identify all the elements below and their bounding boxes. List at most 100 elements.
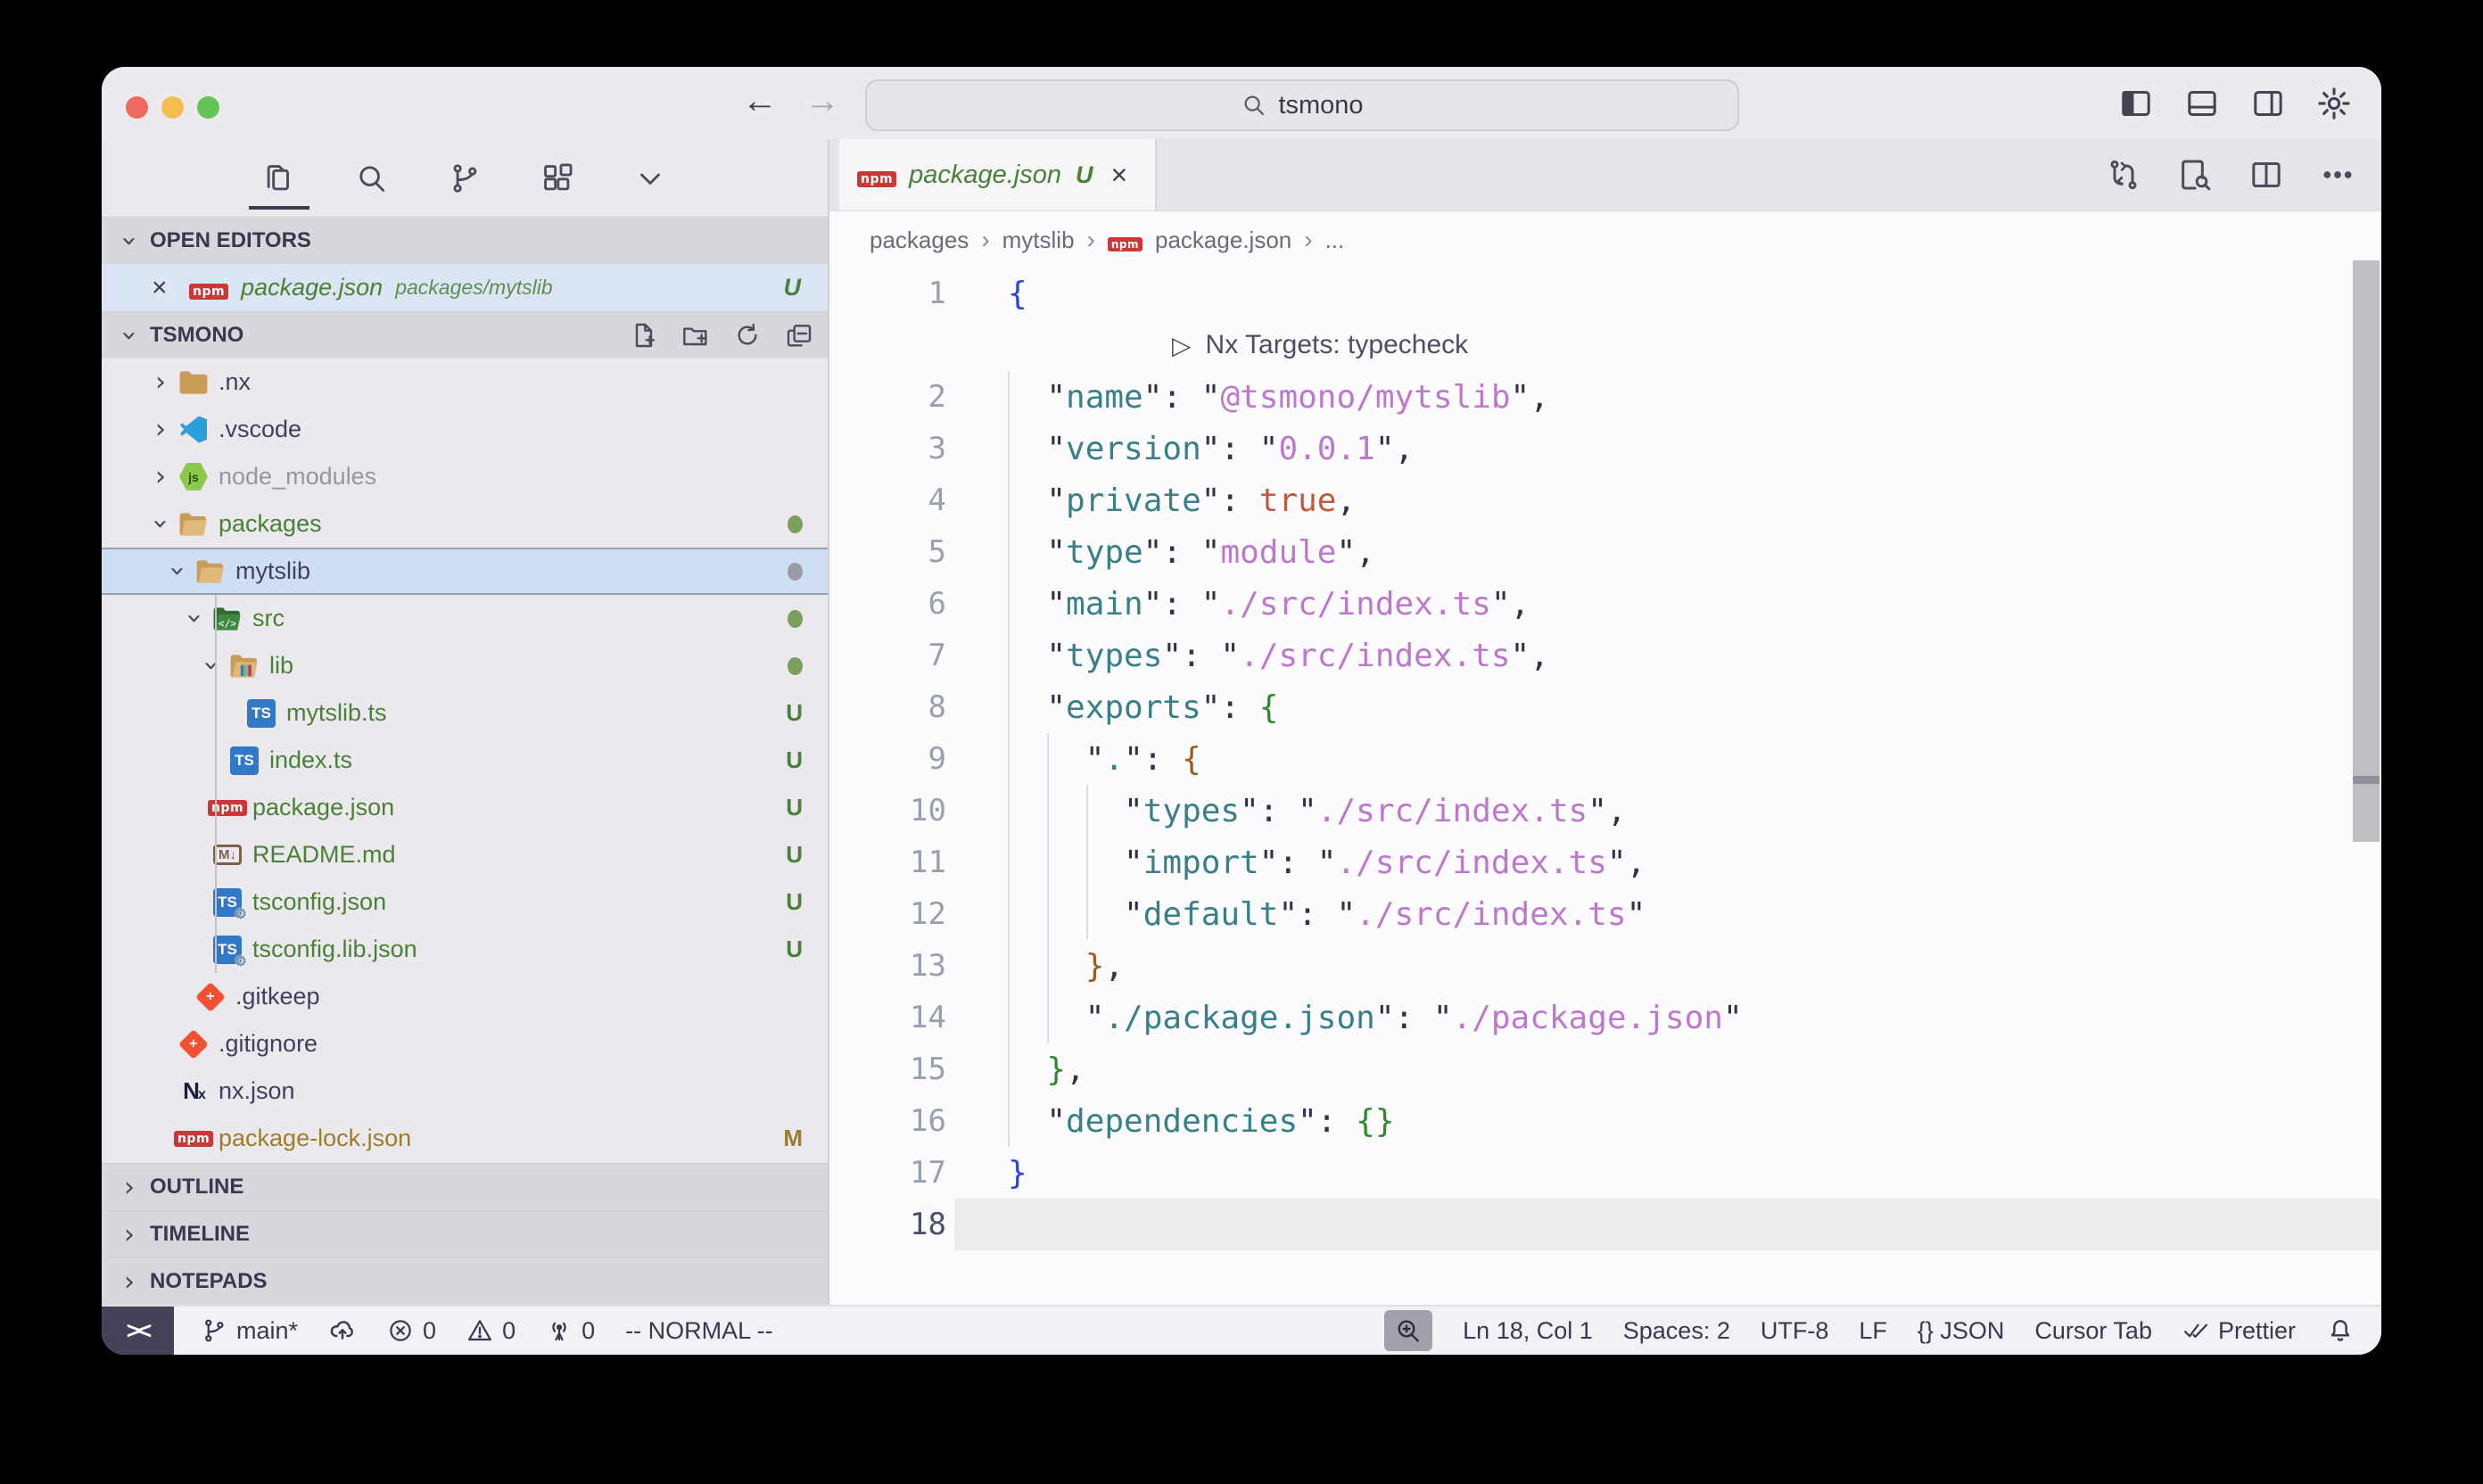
tree-item-tsconfig-json[interactable]: TStsconfig.jsonU (102, 878, 828, 926)
tree-item-tsconfig-lib-json[interactable]: TStsconfig.lib.jsonU (102, 926, 828, 973)
status-spaces-2[interactable]: Spaces: 2 (1623, 1317, 1730, 1345)
toggle-primary-sidebar-icon[interactable] (2116, 83, 2157, 124)
line-number: 5 (829, 534, 946, 570)
explorer-section-header[interactable]: › TSMONO (102, 311, 828, 359)
line-number: 1 (829, 276, 946, 311)
activity-more-views-icon[interactable] (623, 147, 677, 210)
chevron-down-icon[interactable]: › (179, 606, 210, 632)
remote-indicator[interactable]: >< (102, 1307, 174, 1355)
activity-explorer-icon[interactable] (252, 147, 306, 210)
codelens-nx-targets[interactable]: ▷Nx Targets: typecheck (1172, 330, 1468, 360)
code-line-11: "import": "./src/index.ts", (946, 845, 1646, 881)
refresh-icon[interactable] (731, 319, 763, 351)
breadcrumb-item-mytslib[interactable]: mytslib (1002, 227, 1075, 254)
activity-source-control-icon[interactable] (438, 147, 491, 210)
tree-item-readme-md[interactable]: M↓README.mdU (102, 831, 828, 878)
ts-icon: TS (228, 745, 260, 777)
code-editor[interactable]: 1{▷Nx Targets: typecheck2 "name": "@tsmo… (829, 268, 2381, 1305)
breadcrumb-item-package-json[interactable]: package.json (1155, 227, 1291, 254)
new-folder-icon[interactable] (680, 319, 712, 351)
toggle-secondary-sidebar-icon[interactable] (2248, 83, 2289, 124)
status-0[interactable]: 0 (387, 1317, 436, 1345)
activity-extensions-icon[interactable] (531, 147, 584, 210)
tree-item--gitkeep[interactable]: +.gitkeep (102, 973, 828, 1020)
line-number: 10 (829, 793, 946, 829)
settings-gear-icon[interactable] (2314, 83, 2355, 124)
status-json[interactable]: {} JSON (1918, 1317, 2005, 1345)
tab-package-json[interactable]: npm package.json U × (839, 139, 1157, 210)
status-cursor-tab[interactable]: Cursor Tab (2034, 1317, 2152, 1345)
tree-item-lib[interactable]: ›lib (102, 642, 828, 689)
code-line-3: "version": "0.0.1", (946, 431, 1414, 467)
section-header-timeline[interactable]: ›TIMELINE (102, 1210, 828, 1257)
svg-text:</>: </> (219, 618, 236, 630)
tree-item--nx[interactable]: ›.nx (102, 359, 828, 406)
section-header-notepads[interactable]: ›NOTEPADS (102, 1257, 828, 1305)
navigate-forward-icon[interactable]: → (804, 81, 840, 121)
activity-search-icon[interactable] (345, 147, 399, 210)
chevron-right-icon[interactable]: › (147, 367, 174, 398)
chevron-down-icon[interactable]: › (145, 511, 177, 538)
split-editor-icon[interactable] (2246, 154, 2287, 195)
line-number: 6 (829, 586, 946, 622)
open-editors-header[interactable]: › OPEN EDITORS (102, 217, 828, 264)
open-editor-item[interactable]: × npm package.json packages/mytslib U (102, 264, 828, 311)
tree-item-node-modules[interactable]: ›jsnode_modules (102, 453, 828, 500)
chevron-right-icon: › (118, 1172, 141, 1203)
new-file-icon[interactable] (628, 319, 660, 351)
tree-item-mytslib[interactable]: ›mytslib (102, 548, 828, 595)
traffic-light-minimize[interactable] (161, 96, 184, 119)
tree-item-package-json[interactable]: npmpackage.jsonU (102, 784, 828, 831)
code-line-17: } (946, 1155, 1027, 1191)
status-lf[interactable]: LF (1859, 1317, 1887, 1345)
git-status-badge: U (786, 699, 803, 727)
editor-scrollbar[interactable] (2353, 260, 2380, 849)
chevron-down-icon[interactable]: › (196, 653, 227, 680)
traffic-light-close[interactable] (126, 96, 148, 119)
status-normal[interactable]: -- NORMAL -- (625, 1317, 772, 1345)
status-prettier[interactable]: Prettier (2182, 1317, 2296, 1345)
close-icon[interactable]: × (152, 273, 177, 303)
git-icon: + (177, 1028, 210, 1060)
section-header-outline[interactable]: ›OUTLINE (102, 1163, 828, 1210)
tree-item-mytslib-ts[interactable]: TSmytslib.tsU (102, 689, 828, 737)
collapse-all-icon[interactable] (783, 319, 815, 351)
scrollbar-slider[interactable] (2353, 260, 2380, 842)
status-zoom[interactable] (1384, 1310, 1432, 1351)
status-utf-8[interactable]: UTF-8 (1761, 1317, 1829, 1345)
tree-item--gitignore[interactable]: +.gitignore (102, 1020, 828, 1068)
breadcrumb-item--[interactable]: ... (1325, 227, 1345, 254)
open-preview-icon[interactable] (2174, 154, 2215, 195)
tab-close-icon[interactable]: × (1110, 159, 1127, 192)
status-0[interactable]: 0 (466, 1317, 516, 1345)
tree-item-nx-json[interactable]: Nxnx.json (102, 1068, 828, 1115)
open-editors-title: OPEN EDITORS (150, 228, 311, 253)
npm-icon: npm (177, 1123, 210, 1155)
traffic-light-maximize[interactable] (197, 96, 219, 119)
status-ln-18-col-1[interactable]: Ln 18, Col 1 (1463, 1317, 1593, 1345)
status-bell[interactable] (2326, 1316, 2355, 1345)
tree-item-src[interactable]: ›</>src (102, 595, 828, 642)
tree-item-index-ts[interactable]: TSindex.tsU (102, 737, 828, 784)
status-main[interactable]: main* (201, 1317, 298, 1345)
command-center-search[interactable]: tsmono (865, 79, 1739, 131)
status-0[interactable]: 0 (546, 1317, 595, 1345)
tree-item-packages[interactable]: ›packages (102, 500, 828, 548)
breadcrumb-item-packages[interactable]: packages (870, 227, 969, 254)
toggle-panel-icon[interactable] (2182, 83, 2223, 124)
tree-item--vscode[interactable]: ›.vscode (102, 406, 828, 453)
navigate-back-icon[interactable]: ← (742, 81, 778, 121)
status-cloud[interactable] (328, 1316, 357, 1345)
code-line-9: ".": { (946, 741, 1201, 778)
more-actions-icon[interactable] (2317, 154, 2358, 195)
run-icon[interactable]: ▷ (1172, 331, 1192, 360)
chevron-down-icon: › (114, 229, 145, 252)
git-status-badge: U (786, 936, 803, 963)
open-changes-icon[interactable] (2103, 154, 2144, 195)
chevron-down-icon[interactable]: › (162, 558, 194, 585)
chevron-right-icon[interactable]: › (147, 461, 174, 492)
open-editor-description: packages/mytslib (395, 276, 552, 300)
chevron-right-icon[interactable]: › (147, 414, 174, 445)
tree-indent-guide (215, 595, 217, 973)
tree-item-package-lock-json[interactable]: npmpackage-lock.jsonM (102, 1115, 828, 1162)
